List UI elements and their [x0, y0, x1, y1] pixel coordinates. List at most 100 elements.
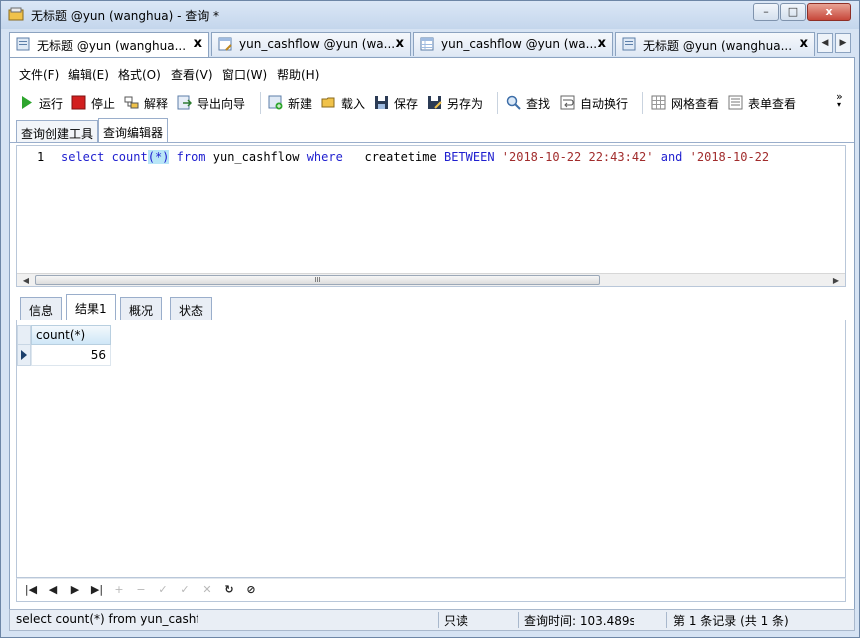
doc-tab-label: 无标题 @yun (wanghua... [37, 39, 187, 53]
document-tab-strip: 无标题 @yun (wanghua... x yun_cashflow @yun… [9, 32, 855, 57]
close-window-button[interactable]: x [807, 3, 851, 21]
scroll-right-icon[interactable]: ▶ [829, 274, 843, 286]
tab-status[interactable]: 状态 [170, 297, 213, 320]
tab-profile[interactable]: 概况 [120, 297, 163, 320]
menu-help[interactable]: 帮助(H) [277, 66, 319, 83]
row-indicator[interactable] [17, 345, 31, 366]
sql-string: '2018-10-22 [689, 150, 770, 164]
menu-file[interactable]: 文件(F) [19, 66, 59, 83]
stop-button[interactable]: 停止 [71, 94, 121, 112]
close-tab-icon[interactable]: x [800, 36, 808, 51]
toolbar: 运行 停止 解释 导出向导 新建 载入 保存 另存为 查找 自动换行 网格查看 … [10, 88, 854, 116]
doc-tab-1[interactable]: 无标题 @yun (wanghua... x [9, 32, 209, 57]
doc-tab-label: yun_cashflow @yun (wa... [441, 37, 598, 51]
cancel-changes-icon[interactable]: ✕ [199, 582, 215, 598]
search-icon [506, 95, 521, 110]
scroll-left-icon[interactable]: ◀ [19, 274, 33, 286]
sql-editor[interactable]: 1 select count(*) from yun_cashflow wher… [16, 145, 846, 287]
doc-tab-2[interactable]: yun_cashflow @yun (wa... x [211, 32, 411, 56]
refresh-icon[interactable]: ↻ [221, 582, 237, 598]
status-bar: select count(*) from yun_cashflo 只读 查询时间… [9, 609, 855, 631]
add-record-icon[interactable]: + [111, 582, 127, 598]
sql-keyword: BETWEEN [443, 150, 495, 164]
new-button[interactable]: 新建 [268, 94, 316, 112]
save-icon [375, 96, 388, 109]
explain-button[interactable]: 解释 [124, 94, 174, 112]
next-record-icon[interactable]: ▶ [67, 582, 83, 598]
status-query-time: 查询时间: 103.489s [524, 614, 634, 628]
doc-tab-label: 无标题 @yun (wanghua... [643, 39, 793, 53]
menu-bar: 文件(F) 编辑(E) 格式(O) 查看(V) 窗口(W) 帮助(H) [10, 58, 854, 88]
confirm-icon[interactable]: ✓ [177, 582, 193, 598]
query-icon [16, 37, 30, 51]
menu-edit[interactable]: 编辑(E) [68, 66, 109, 83]
status-record-count: 第 1 条记录 (共 1 条) [673, 614, 789, 628]
current-row-arrow-icon [21, 350, 27, 360]
bracket-highlight: (*) [147, 150, 170, 164]
table-edit-icon [218, 37, 232, 51]
tab-info[interactable]: 信息 [20, 297, 63, 320]
toolbar-separator [642, 92, 643, 114]
tab-scroll-left-icon[interactable]: ◀ [817, 33, 833, 53]
result-grid: count(*) 56 [16, 320, 846, 578]
menu-format[interactable]: 格式(O) [118, 66, 161, 83]
tab-scroll-right-icon[interactable]: ▶ [835, 33, 851, 53]
query-panel: 文件(F) 编辑(E) 格式(O) 查看(V) 窗口(W) 帮助(H) 运行 停… [9, 57, 855, 629]
result-tabs: 信息 结果1 概况 状态 [16, 294, 846, 321]
tab-query-builder[interactable]: 查询创建工具 [16, 120, 99, 142]
previous-record-icon[interactable]: ◀ [45, 582, 61, 598]
stop-loading-icon[interactable]: ⊘ [243, 582, 259, 598]
scrollbar-thumb[interactable]: III [35, 275, 600, 285]
tab-query-editor[interactable]: 查询编辑器 [98, 118, 169, 142]
doc-tab-3[interactable]: yun_cashflow @yun (wa... x [413, 32, 613, 56]
grid-view-button[interactable]: 网格查看 [651, 94, 723, 112]
sql-keyword: and [660, 150, 683, 164]
run-button[interactable]: 运行 [19, 94, 69, 112]
sql-keyword: where [306, 150, 343, 164]
sql-code-line[interactable]: select count(*) from yun_cashflow where … [61, 150, 769, 164]
record-navigator: |◀ ◀ ▶ ▶| + − ✓ ✓ ✕ ↻ ⊘ [16, 578, 846, 602]
export-wizard-button[interactable]: 导出向导 [177, 94, 249, 112]
sql-function: count [104, 150, 148, 164]
toolbar-separator [260, 92, 261, 114]
save-button[interactable]: 保存 [374, 94, 422, 112]
menu-window[interactable]: 窗口(W) [222, 66, 267, 83]
status-sql-preview: select count(*) from yun_cashflo [16, 612, 198, 626]
minimize-button[interactable]: – [753, 3, 779, 21]
database-app-icon [8, 7, 24, 21]
close-tab-icon[interactable]: x [194, 36, 202, 51]
grid-cell[interactable]: 56 [31, 345, 111, 366]
load-button[interactable]: 载入 [321, 94, 369, 112]
first-record-icon[interactable]: |◀ [23, 582, 39, 598]
close-tab-icon[interactable]: x [396, 36, 404, 51]
title-bar: 无标题 @yun (wanghua) - 查询 * – □ x [1, 1, 859, 29]
column-header[interactable]: count(*) [31, 325, 111, 345]
line-number: 1 [37, 150, 45, 164]
close-tab-icon[interactable]: x [598, 36, 606, 51]
form-view-icon [728, 95, 743, 110]
app-window: 无标题 @yun (wanghua) - 查询 * – □ x 无标题 @yun… [0, 0, 860, 638]
editor-horizontal-scrollbar[interactable]: ◀ III ▶ [17, 273, 845, 286]
folder-open-icon [321, 97, 335, 108]
tab-result-1[interactable]: 结果1 [66, 294, 116, 321]
find-button[interactable]: 查找 [506, 94, 554, 112]
sql-identifier: yun_cashflow [205, 150, 307, 164]
maximize-button[interactable]: □ [780, 3, 806, 21]
delete-record-icon[interactable]: − [133, 582, 149, 598]
play-icon [22, 96, 32, 109]
word-wrap-icon [560, 95, 575, 110]
sql-identifier: createtime [342, 150, 444, 164]
last-record-icon[interactable]: ▶| [89, 582, 105, 598]
status-read-only: 只读 [444, 614, 469, 628]
word-wrap-button[interactable]: 自动换行 [560, 94, 632, 112]
new-query-icon [268, 95, 283, 110]
toolbar-overflow-icon[interactable]: » ▾ [834, 90, 848, 112]
doc-tab-4[interactable]: 无标题 @yun (wanghua... x [615, 32, 815, 56]
save-as-icon [428, 96, 442, 109]
save-as-button[interactable]: 另存为 [427, 94, 487, 112]
sql-string: '2018-10-22 22:43:42' [501, 150, 654, 164]
doc-tab-label: yun_cashflow @yun (wa... [239, 37, 396, 51]
menu-view[interactable]: 查看(V) [171, 66, 213, 83]
apply-changes-icon[interactable]: ✓ [155, 582, 171, 598]
form-view-button[interactable]: 表单查看 [728, 94, 800, 112]
